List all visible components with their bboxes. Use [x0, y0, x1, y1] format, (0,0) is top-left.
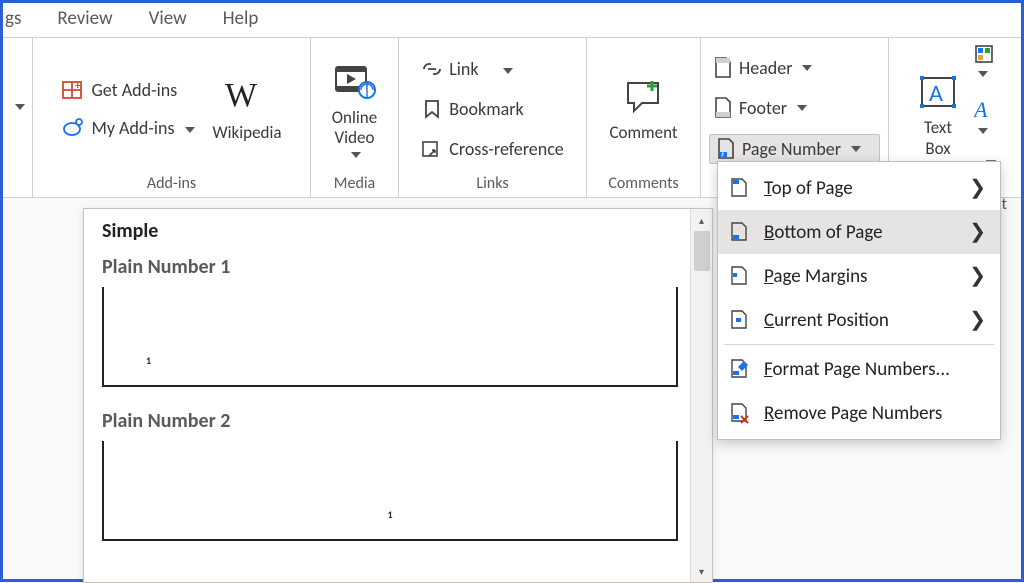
chevron-down-icon	[499, 58, 513, 80]
group-edge	[3, 38, 33, 197]
group-links: Link Bookmark Cross-reference Links	[399, 38, 587, 197]
ribbon-tabs: gs Review View Help	[3, 3, 1021, 38]
footer-button[interactable]: Footer	[709, 94, 880, 122]
cross-reference-icon	[421, 139, 443, 159]
gallery-item-plain1[interactable]: 1	[102, 287, 678, 387]
header-icon	[713, 56, 733, 80]
submenu-arrow-icon: ❯	[969, 219, 986, 245]
tab-help[interactable]: Help	[223, 7, 259, 37]
menu-item-label: Format Page Numbers...	[764, 358, 986, 381]
link-label: Link	[449, 58, 478, 80]
submenu-arrow-icon: ❯	[969, 307, 986, 333]
svg-text:W: W	[225, 80, 258, 114]
online-video-icon	[332, 60, 376, 104]
menu-remove-page-numbers[interactable]: Remove Page Numbers	[718, 391, 1000, 435]
header-button[interactable]: Header	[709, 54, 880, 82]
menu-item-label: Current Position	[764, 309, 957, 332]
page-bottom-icon	[730, 221, 752, 243]
link-button[interactable]: Link	[417, 56, 568, 82]
preview-number: 1	[146, 354, 151, 367]
group-media: Online Video Media	[311, 38, 399, 197]
wordart-icon[interactable]: A	[974, 99, 998, 140]
wikipedia-icon: W	[225, 75, 269, 119]
group-label-media: Media	[319, 174, 390, 197]
menu-page-margins[interactable]: Page Margins ❯	[718, 254, 1000, 298]
header-label: Header	[739, 57, 792, 79]
tab-view[interactable]: View	[149, 7, 187, 37]
page-margins-icon	[730, 265, 752, 287]
menu-current-position[interactable]: Current Position ❯	[718, 298, 1000, 342]
menu-item-label: Bottom of Page	[764, 221, 957, 244]
footer-label: Footer	[739, 97, 787, 119]
cross-reference-button[interactable]: Cross-reference	[417, 136, 568, 162]
bookmark-button[interactable]: Bookmark	[417, 96, 568, 122]
page-number-button[interactable]: # Page Number	[709, 134, 880, 164]
online-video-button[interactable]: Online Video	[328, 58, 381, 161]
svg-text:A: A	[974, 99, 988, 121]
menu-format-page-numbers[interactable]: Format Page Numbers...	[718, 347, 1000, 391]
menu-bottom-of-page[interactable]: Bottom of Page ❯	[718, 210, 1000, 254]
text-box-label: Text Box	[924, 118, 952, 159]
comment-button[interactable]: Comment	[605, 73, 681, 145]
menu-top-of-page[interactable]: Top of Page ❯	[718, 166, 1000, 210]
wikipedia-label: Wikipedia	[213, 123, 282, 143]
group-label-addins: Add-ins	[41, 174, 302, 197]
text-box-button[interactable]: A Text Box	[912, 68, 964, 171]
scroll-up-icon[interactable]: ▴	[691, 209, 712, 231]
scroll-down-icon[interactable]: ▾	[691, 560, 712, 582]
online-video-label: Online Video	[332, 108, 377, 149]
svg-text:#: #	[721, 151, 724, 159]
preview-number: 1	[387, 508, 392, 521]
store-icon: +	[61, 78, 85, 102]
gallery-item-plain2[interactable]: 1	[102, 441, 678, 541]
remove-page-numbers-icon	[730, 402, 752, 424]
comment-label: Comment	[609, 123, 677, 143]
gallery-item-plain1-label: Plain Number 1	[102, 255, 712, 279]
chevron-down-icon[interactable]	[11, 97, 25, 116]
tab-review[interactable]: Review	[57, 7, 112, 37]
quick-parts-icon[interactable]	[974, 44, 998, 83]
group-label-links: Links	[407, 174, 578, 197]
addins-icon	[61, 116, 85, 140]
chevron-down-icon	[181, 117, 195, 139]
page-top-icon	[730, 177, 752, 199]
format-page-numbers-icon	[730, 358, 752, 380]
page-number-gallery: Simple Plain Number 1 1 Plain Number 2 1…	[83, 208, 713, 583]
page-number-label: Page Number	[742, 138, 841, 160]
bookmark-icon	[421, 99, 443, 119]
link-icon	[421, 60, 443, 78]
wikipedia-button[interactable]: W Wikipedia	[209, 73, 286, 145]
comment-icon	[622, 75, 666, 119]
gallery-scrollbar[interactable]: ▴ ▾	[690, 209, 712, 582]
page-number-menu: Top of Page ❯ Bottom of Page ❯ Page Marg…	[717, 161, 1001, 440]
get-addins-label: Get Add-ins	[91, 79, 177, 101]
group-label-comments: Comments	[595, 174, 692, 197]
svg-text:A: A	[929, 79, 943, 108]
footer-icon	[713, 96, 733, 120]
gallery-heading: Simple	[102, 219, 712, 243]
group-comments: Comment Comments	[587, 38, 701, 197]
page-current-icon	[730, 309, 752, 331]
bookmark-label: Bookmark	[449, 98, 523, 120]
menu-item-label: Remove Page Numbers	[764, 402, 986, 425]
menu-item-label: Top of Page	[764, 177, 957, 200]
menu-item-label: Page Margins	[764, 265, 957, 288]
text-box-icon: A	[916, 70, 960, 114]
my-addins-label: My Add-ins	[91, 117, 174, 139]
scroll-thumb[interactable]	[694, 231, 710, 271]
cross-reference-label: Cross-reference	[449, 138, 564, 160]
submenu-arrow-icon: ❯	[969, 263, 986, 289]
group-addins: + Get Add-ins My Add-ins W Wikipedia	[33, 38, 311, 197]
submenu-arrow-icon: ❯	[969, 175, 986, 201]
gallery-item-plain2-label: Plain Number 2	[102, 409, 712, 433]
get-addins-button[interactable]: + Get Add-ins	[57, 76, 198, 104]
svg-text:+: +	[75, 79, 81, 92]
page-number-icon: #	[716, 137, 736, 161]
menu-separator	[724, 344, 994, 345]
my-addins-button[interactable]: My Add-ins	[57, 114, 198, 142]
tab-truncated[interactable]: gs	[5, 7, 21, 37]
